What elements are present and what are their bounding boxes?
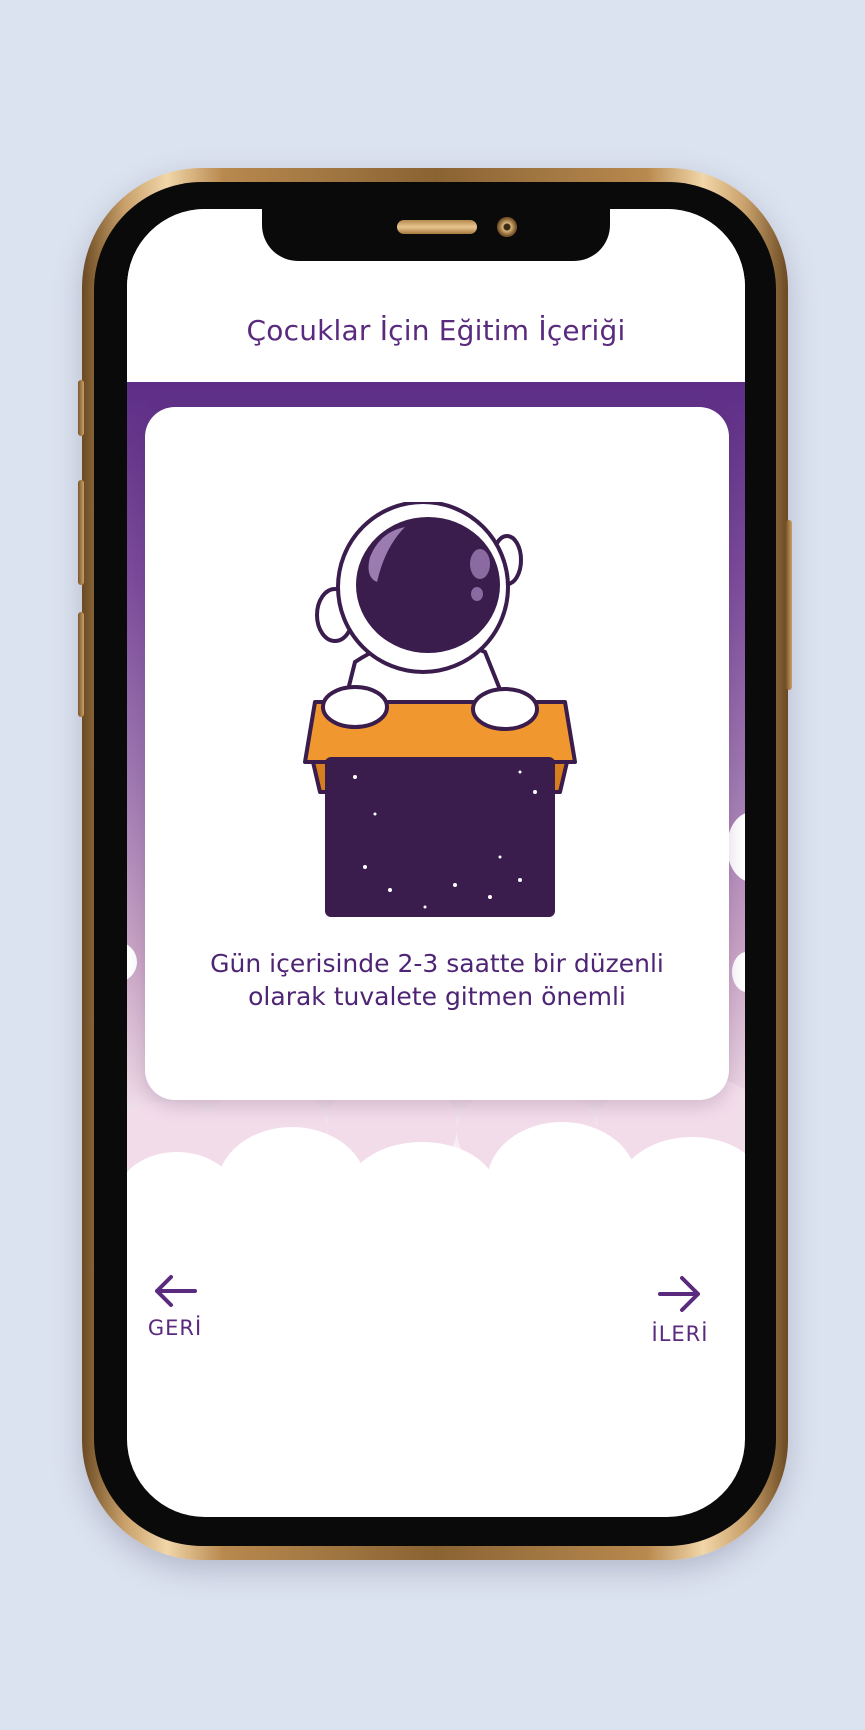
front-camera: [497, 217, 517, 237]
arrow-right-icon: [658, 1276, 700, 1312]
back-button-label: GERİ: [147, 1316, 203, 1340]
content-background: Gün içerisinde 2-3 saatte bir düzenli ol…: [127, 382, 745, 1247]
cloud-decoration: [617, 1137, 745, 1247]
astronaut-in-box-illustration: [303, 502, 577, 917]
cloud-decoration: [732, 952, 745, 992]
earpiece-speaker: [397, 220, 477, 234]
cloud-decoration: [347, 1142, 497, 1242]
cloud-decoration: [127, 942, 137, 982]
phone-side-button: [78, 380, 84, 436]
phone-power-button: [786, 520, 792, 690]
app-screen: Çocuklar İçin Eğitim İçeriği Gün içerisi…: [127, 209, 745, 1517]
phone-volume-down-button: [78, 612, 84, 717]
page-title: Çocuklar İçin Eğitim İçeriği: [246, 314, 626, 347]
cloud-decoration: [487, 1122, 637, 1242]
cloud-decoration: [727, 812, 745, 882]
next-button[interactable]: İLERİ: [635, 1274, 725, 1346]
phone-volume-up-button: [78, 480, 84, 585]
card-message: Gün içerisinde 2-3 saatte bir düzenli ol…: [210, 949, 664, 1011]
content-card: Gün içerisinde 2-3 saatte bir düzenli ol…: [145, 407, 729, 1100]
next-button-label: İLERİ: [651, 1322, 709, 1346]
arrow-left-icon: [155, 1275, 197, 1307]
back-button[interactable]: GERİ: [130, 1274, 220, 1340]
cloud-decoration: [217, 1127, 367, 1247]
